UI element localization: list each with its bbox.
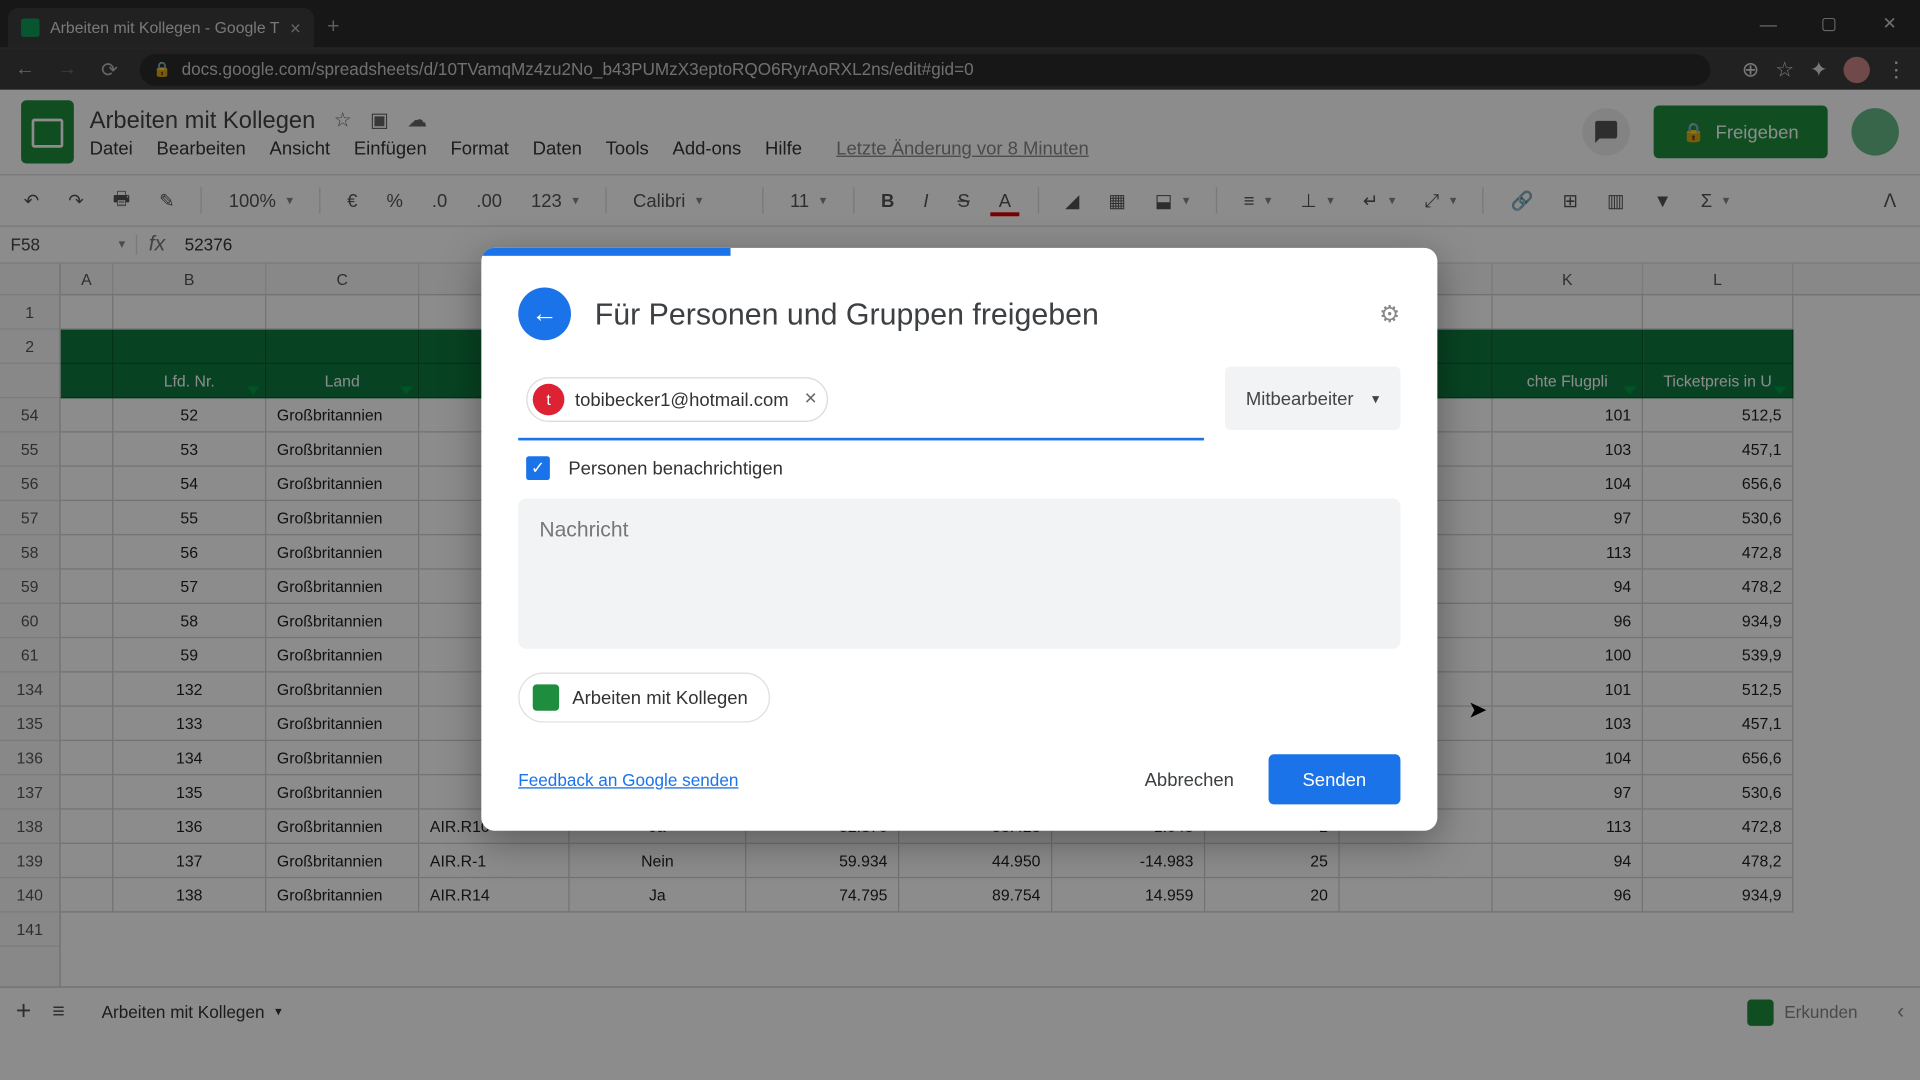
send-button[interactable]: Senden: [1268, 754, 1400, 804]
dialog-title: Für Personen und Gruppen freigeben: [595, 296, 1356, 332]
people-input[interactable]: t tobibecker1@hotmail.com ×: [518, 367, 1203, 441]
notify-checkbox-row[interactable]: ✓ Personen benachrichtigen: [526, 456, 1400, 480]
chip-email: tobibecker1@hotmail.com: [575, 389, 789, 410]
checkbox-checked-icon[interactable]: ✓: [526, 456, 550, 480]
message-textarea[interactable]: Nachricht: [518, 498, 1400, 648]
feedback-link[interactable]: Feedback an Google senden: [518, 769, 738, 789]
sheets-file-icon: [533, 684, 559, 710]
chip-avatar-icon: t: [533, 384, 565, 416]
message-placeholder: Nachricht: [539, 520, 628, 542]
notify-label: Personen benachrichtigen: [568, 458, 783, 479]
gear-icon[interactable]: ⚙: [1379, 300, 1400, 328]
dialog-progress-bar: [481, 248, 730, 256]
chip-remove-icon[interactable]: ×: [804, 388, 816, 412]
chevron-down-icon: ▾: [1372, 390, 1379, 407]
attachment-chip: Arbeiten mit Kollegen: [518, 673, 770, 723]
role-label: Mitbearbeiter: [1246, 388, 1354, 409]
role-select[interactable]: Mitbearbeiter ▾: [1225, 367, 1401, 430]
dialog-back-button[interactable]: ←: [518, 287, 571, 340]
share-dialog: ← Für Personen und Gruppen freigeben ⚙ t…: [481, 248, 1437, 831]
attachment-name: Arbeiten mit Kollegen: [572, 687, 747, 708]
cancel-button[interactable]: Abbrechen: [1121, 756, 1258, 803]
person-chip[interactable]: t tobibecker1@hotmail.com ×: [526, 377, 829, 422]
